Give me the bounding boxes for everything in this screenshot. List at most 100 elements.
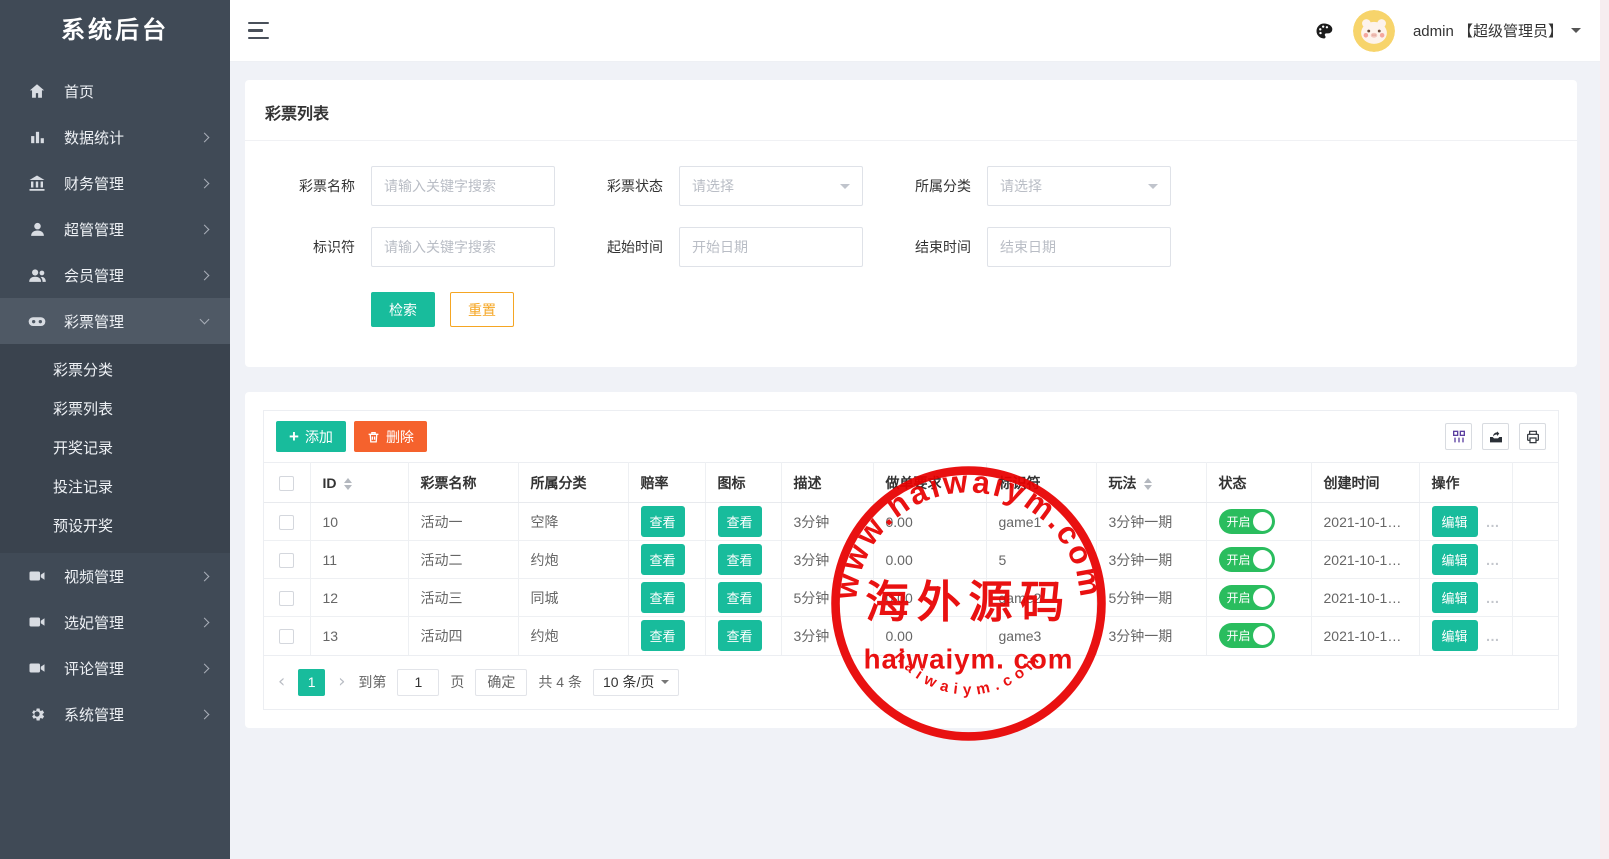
sidebar-item-bet-records[interactable]: 投注记录 bbox=[0, 468, 230, 507]
more-actions-button[interactable]: … bbox=[1486, 628, 1501, 644]
more-actions-button[interactable]: … bbox=[1486, 552, 1501, 568]
sidebar-item-members[interactable]: 会员管理 bbox=[0, 252, 230, 298]
user-avatar[interactable] bbox=[1353, 10, 1395, 52]
jump-confirm-button[interactable]: 确定 bbox=[475, 669, 527, 696]
gear-icon bbox=[27, 704, 47, 724]
sidebar-item-lottery-category[interactable]: 彩票分类 bbox=[0, 351, 230, 390]
cell-desc: 3分钟 bbox=[781, 617, 873, 655]
sidebar-item-lottery-list[interactable]: 彩票列表 bbox=[0, 390, 230, 429]
cell-desc: 5分钟 bbox=[781, 579, 873, 617]
edit-button[interactable]: 编辑 bbox=[1432, 620, 1478, 651]
icon-view-button[interactable]: 查看 bbox=[718, 544, 762, 575]
delete-button-label: 删除 bbox=[386, 427, 414, 447]
more-actions-button[interactable]: … bbox=[1486, 514, 1501, 530]
odds-view-button[interactable]: 查看 bbox=[641, 620, 685, 651]
page-jump-input[interactable] bbox=[397, 669, 439, 696]
sidebar-item-finance[interactable]: 财务管理 bbox=[0, 160, 230, 206]
icon-view-button[interactable]: 查看 bbox=[718, 582, 762, 613]
next-page-icon[interactable]: › bbox=[336, 673, 347, 691]
edit-button[interactable]: 编辑 bbox=[1432, 544, 1478, 575]
category-select[interactable]: 请选择 bbox=[987, 166, 1171, 206]
status-toggle[interactable]: 开启 bbox=[1219, 509, 1275, 534]
lottery-status-select[interactable]: 请选择 bbox=[679, 166, 863, 206]
print-button[interactable] bbox=[1519, 423, 1546, 450]
cell-id: 11 bbox=[310, 541, 408, 579]
sidebar-item-stats[interactable]: 数据统计 bbox=[0, 114, 230, 160]
field-label: 所属分类 bbox=[881, 176, 971, 196]
field-start-time: 起始时间 bbox=[573, 227, 865, 267]
trash-icon bbox=[367, 430, 380, 444]
status-toggle[interactable]: 开启 bbox=[1219, 547, 1275, 572]
row-checkbox[interactable] bbox=[279, 591, 294, 606]
field-label: 起始时间 bbox=[573, 237, 663, 257]
add-button[interactable]: + 添加 bbox=[276, 421, 346, 452]
sidebar-item-lottery[interactable]: 彩票管理 bbox=[0, 298, 230, 344]
odds-view-button[interactable]: 查看 bbox=[641, 582, 685, 613]
cell-identifier: game3 bbox=[986, 617, 1096, 655]
cell-requirement: 0.00 bbox=[873, 541, 986, 579]
chevron-down-icon bbox=[200, 315, 210, 325]
topbar-right: admin 【超级管理员】 bbox=[1313, 10, 1581, 52]
user-menu[interactable]: admin 【超级管理员】 bbox=[1413, 20, 1581, 41]
field-end-time: 结束时间 bbox=[881, 227, 1173, 267]
icon-view-button[interactable]: 查看 bbox=[718, 506, 762, 537]
sidebar-item-superadmin[interactable]: 超管管理 bbox=[0, 206, 230, 252]
start-date-input[interactable] bbox=[679, 227, 863, 267]
page-size-select[interactable]: 10 条/页 bbox=[593, 669, 679, 696]
chart-icon bbox=[27, 127, 47, 147]
col-actions: 操作 bbox=[1419, 463, 1512, 503]
row-checkbox[interactable] bbox=[279, 629, 294, 644]
video-icon bbox=[27, 612, 47, 632]
edit-button[interactable]: 编辑 bbox=[1432, 506, 1478, 537]
edit-button[interactable]: 编辑 bbox=[1432, 582, 1478, 613]
page-number-button[interactable]: 1 bbox=[298, 669, 325, 696]
end-date-input[interactable] bbox=[987, 227, 1171, 267]
sidebar-item-preset-draw[interactable]: 预设开奖 bbox=[0, 507, 230, 546]
odds-view-button[interactable]: 查看 bbox=[641, 506, 685, 537]
cell-identifier: 5 bbox=[986, 541, 1096, 579]
sidebar-item-home[interactable]: 首页 bbox=[0, 68, 230, 114]
col-play: 玩法 bbox=[1096, 463, 1206, 503]
sidebar-item-system[interactable]: 系统管理 bbox=[0, 691, 230, 737]
chevron-right-icon bbox=[200, 179, 210, 189]
cell-requirement: 0.00 bbox=[873, 617, 986, 655]
toggle-knob-icon bbox=[1253, 588, 1272, 607]
toggle-label: 开启 bbox=[1227, 627, 1251, 644]
sort-id-control[interactable] bbox=[344, 478, 352, 490]
row-checkbox[interactable] bbox=[279, 515, 294, 530]
cell-play: 3分钟一期 bbox=[1096, 541, 1206, 579]
col-status: 状态 bbox=[1206, 463, 1311, 503]
reset-button[interactable]: 重置 bbox=[450, 292, 514, 327]
icon-view-button[interactable]: 查看 bbox=[718, 620, 762, 651]
more-actions-button[interactable]: … bbox=[1486, 590, 1501, 606]
scrollbar-strip bbox=[1600, 0, 1609, 859]
col-category: 所属分类 bbox=[518, 463, 628, 503]
sidebar-item-comments[interactable]: 评论管理 bbox=[0, 645, 230, 691]
odds-view-button[interactable]: 查看 bbox=[641, 544, 685, 575]
sidebar-item-label: 视频管理 bbox=[64, 566, 201, 587]
search-button[interactable]: 检索 bbox=[371, 292, 435, 327]
lottery-name-input[interactable] bbox=[371, 166, 555, 206]
sort-play-control[interactable] bbox=[1144, 478, 1152, 490]
row-checkbox[interactable] bbox=[279, 553, 294, 568]
select-all-checkbox[interactable] bbox=[279, 476, 294, 491]
sidebar-item-draw-records[interactable]: 开奖记录 bbox=[0, 429, 230, 468]
menu-toggle-button[interactable] bbox=[248, 22, 270, 40]
status-toggle[interactable]: 开启 bbox=[1219, 623, 1275, 648]
sidebar-item-video[interactable]: 视频管理 bbox=[0, 553, 230, 599]
cell-created: 2021-10-1… bbox=[1311, 579, 1419, 617]
cell-play: 3分钟一期 bbox=[1096, 503, 1206, 541]
select-caret-icon bbox=[661, 680, 669, 688]
delete-button[interactable]: 删除 bbox=[354, 421, 427, 452]
sidebar-item-concubine[interactable]: 选妃管理 bbox=[0, 599, 230, 645]
status-toggle[interactable]: 开启 bbox=[1219, 585, 1275, 610]
export-button[interactable] bbox=[1482, 423, 1509, 450]
select-caret-icon bbox=[840, 184, 850, 194]
toggle-label: 开启 bbox=[1227, 589, 1251, 606]
theme-palette-icon[interactable] bbox=[1313, 20, 1335, 42]
filter-columns-button[interactable] bbox=[1445, 423, 1472, 450]
identifier-input[interactable] bbox=[371, 227, 555, 267]
table-tools bbox=[1445, 423, 1546, 450]
gamepad-icon bbox=[27, 311, 47, 331]
prev-page-icon[interactable]: ‹ bbox=[276, 673, 287, 691]
